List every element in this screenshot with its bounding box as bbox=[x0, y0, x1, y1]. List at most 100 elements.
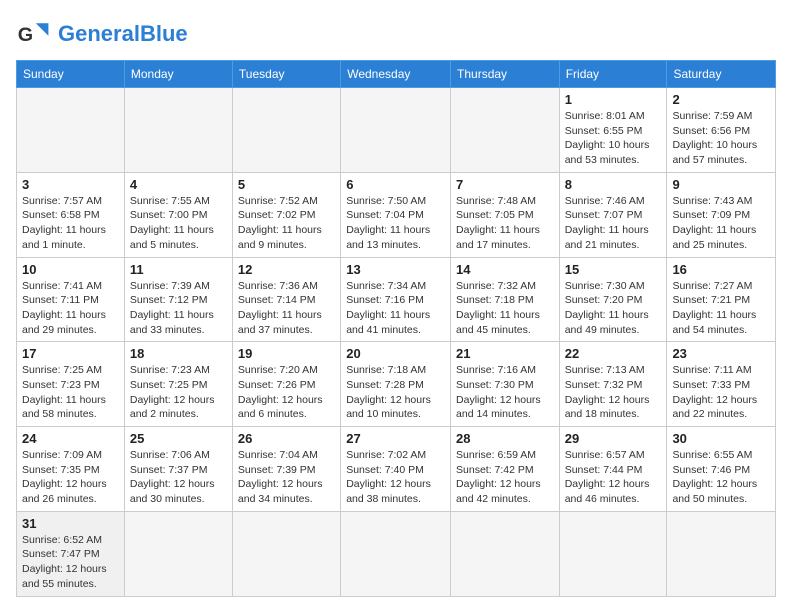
day-info: Sunrise: 8:01 AM Sunset: 6:55 PM Dayligh… bbox=[565, 109, 662, 168]
day-info: Sunrise: 7:59 AM Sunset: 6:56 PM Dayligh… bbox=[672, 109, 770, 168]
week-row-2: 3Sunrise: 7:57 AM Sunset: 6:58 PM Daylig… bbox=[17, 172, 776, 257]
weekday-header-thursday: Thursday bbox=[451, 61, 560, 88]
day-info: Sunrise: 7:48 AM Sunset: 7:05 PM Dayligh… bbox=[456, 194, 554, 253]
week-row-1: 1 Sunrise: 8:01 AM Sunset: 6:55 PM Daylig… bbox=[17, 88, 776, 173]
day-number: 9 bbox=[672, 177, 770, 192]
day-cell bbox=[124, 511, 232, 596]
day-cell: 24Sunrise: 7:09 AM Sunset: 7:35 PM Dayli… bbox=[17, 427, 125, 512]
day-cell: 20 Sunrise: 7:18 AM Sunset: 7:28 PM Dayli… bbox=[341, 342, 451, 427]
day-number: 30 bbox=[672, 431, 770, 446]
day-number: 23 bbox=[672, 346, 770, 361]
day-info: Sunrise: 7:25 AM Sunset: 7:23 PM Dayligh… bbox=[22, 363, 119, 422]
day-number: 8 bbox=[565, 177, 662, 192]
week-row-5: 24Sunrise: 7:09 AM Sunset: 7:35 PM Dayli… bbox=[17, 427, 776, 512]
day-number: 7 bbox=[456, 177, 554, 192]
day-number: 27 bbox=[346, 431, 445, 446]
day-number: 18 bbox=[130, 346, 227, 361]
day-info: Sunrise: 7:18 AM Sunset: 7:28 PM Dayligh… bbox=[346, 363, 445, 422]
day-number: 29 bbox=[565, 431, 662, 446]
day-info: Sunrise: 6:59 AM Sunset: 7:42 PM Dayligh… bbox=[456, 448, 554, 507]
day-cell: 6 Sunrise: 7:50 AM Sunset: 7:04 PM Daylig… bbox=[341, 172, 451, 257]
day-info: Sunrise: 7:46 AM Sunset: 7:07 PM Dayligh… bbox=[565, 194, 662, 253]
day-cell: 17 Sunrise: 7:25 AM Sunset: 7:23 PM Dayli… bbox=[17, 342, 125, 427]
day-number: 1 bbox=[565, 92, 662, 107]
day-cell bbox=[17, 88, 125, 173]
day-info: Sunrise: 7:39 AM Sunset: 7:12 PM Dayligh… bbox=[130, 279, 227, 338]
day-info: Sunrise: 7:55 AM Sunset: 7:00 PM Dayligh… bbox=[130, 194, 227, 253]
day-info: Sunrise: 6:55 AM Sunset: 7:46 PM Dayligh… bbox=[672, 448, 770, 507]
day-number: 19 bbox=[238, 346, 335, 361]
day-cell: 2 Sunrise: 7:59 AM Sunset: 6:56 PM Daylig… bbox=[667, 88, 776, 173]
weekday-header-row: SundayMondayTuesdayWednesdayThursdayFrid… bbox=[17, 61, 776, 88]
day-number: 4 bbox=[130, 177, 227, 192]
day-info: Sunrise: 7:13 AM Sunset: 7:32 PM Dayligh… bbox=[565, 363, 662, 422]
day-number: 12 bbox=[238, 262, 335, 277]
day-info: Sunrise: 7:30 AM Sunset: 7:20 PM Dayligh… bbox=[565, 279, 662, 338]
day-info: Sunrise: 6:52 AM Sunset: 7:47 PM Dayligh… bbox=[22, 533, 119, 592]
weekday-header-sunday: Sunday bbox=[17, 61, 125, 88]
day-number: 6 bbox=[346, 177, 445, 192]
day-cell: 21 Sunrise: 7:16 AM Sunset: 7:30 PM Dayli… bbox=[451, 342, 560, 427]
day-info: Sunrise: 7:50 AM Sunset: 7:04 PM Dayligh… bbox=[346, 194, 445, 253]
day-cell bbox=[232, 88, 340, 173]
day-number: 10 bbox=[22, 262, 119, 277]
day-number: 25 bbox=[130, 431, 227, 446]
logo-text: GeneralBlue bbox=[58, 23, 188, 45]
day-cell: 27 Sunrise: 7:02 AM Sunset: 7:40 PM Dayli… bbox=[341, 427, 451, 512]
day-info: Sunrise: 7:04 AM Sunset: 7:39 PM Dayligh… bbox=[238, 448, 335, 507]
day-number: 16 bbox=[672, 262, 770, 277]
day-info: Sunrise: 7:09 AM Sunset: 7:35 PM Dayligh… bbox=[22, 448, 119, 507]
day-cell bbox=[667, 511, 776, 596]
day-cell bbox=[341, 88, 451, 173]
day-number: 2 bbox=[672, 92, 770, 107]
day-cell bbox=[232, 511, 340, 596]
day-info: Sunrise: 7:23 AM Sunset: 7:25 PM Dayligh… bbox=[130, 363, 227, 422]
day-info: Sunrise: 6:57 AM Sunset: 7:44 PM Dayligh… bbox=[565, 448, 662, 507]
day-cell: 25 Sunrise: 7:06 AM Sunset: 7:37 PM Dayli… bbox=[124, 427, 232, 512]
day-cell: 26Sunrise: 7:04 AM Sunset: 7:39 PM Dayli… bbox=[232, 427, 340, 512]
day-info: Sunrise: 7:36 AM Sunset: 7:14 PM Dayligh… bbox=[238, 279, 335, 338]
day-info: Sunrise: 7:43 AM Sunset: 7:09 PM Dayligh… bbox=[672, 194, 770, 253]
day-cell: 7 Sunrise: 7:48 AM Sunset: 7:05 PM Daylig… bbox=[451, 172, 560, 257]
day-cell: 5Sunrise: 7:52 AM Sunset: 7:02 PM Daylig… bbox=[232, 172, 340, 257]
logo: G GeneralBlue bbox=[16, 16, 188, 52]
day-cell: 18 Sunrise: 7:23 AM Sunset: 7:25 PM Dayli… bbox=[124, 342, 232, 427]
day-info: Sunrise: 7:16 AM Sunset: 7:30 PM Dayligh… bbox=[456, 363, 554, 422]
day-number: 20 bbox=[346, 346, 445, 361]
page-header: G GeneralBlue bbox=[16, 16, 776, 52]
day-cell: 10 Sunrise: 7:41 AM Sunset: 7:11 PM Dayli… bbox=[17, 257, 125, 342]
day-cell: 23Sunrise: 7:11 AM Sunset: 7:33 PM Dayli… bbox=[667, 342, 776, 427]
day-cell: 14 Sunrise: 7:32 AM Sunset: 7:18 PM Dayli… bbox=[451, 257, 560, 342]
week-row-3: 10 Sunrise: 7:41 AM Sunset: 7:11 PM Dayli… bbox=[17, 257, 776, 342]
day-info: Sunrise: 7:32 AM Sunset: 7:18 PM Dayligh… bbox=[456, 279, 554, 338]
day-info: Sunrise: 7:41 AM Sunset: 7:11 PM Dayligh… bbox=[22, 279, 119, 338]
logo-icon: G bbox=[16, 16, 52, 52]
weekday-header-tuesday: Tuesday bbox=[232, 61, 340, 88]
day-cell: 9 Sunrise: 7:43 AM Sunset: 7:09 PM Daylig… bbox=[667, 172, 776, 257]
day-cell: 4 Sunrise: 7:55 AM Sunset: 7:00 PM Daylig… bbox=[124, 172, 232, 257]
day-number: 17 bbox=[22, 346, 119, 361]
day-cell: 29 Sunrise: 6:57 AM Sunset: 7:44 PM Dayli… bbox=[559, 427, 667, 512]
day-info: Sunrise: 7:34 AM Sunset: 7:16 PM Dayligh… bbox=[346, 279, 445, 338]
day-cell: 30 Sunrise: 6:55 AM Sunset: 7:46 PM Dayli… bbox=[667, 427, 776, 512]
day-info: Sunrise: 7:57 AM Sunset: 6:58 PM Dayligh… bbox=[22, 194, 119, 253]
day-info: Sunrise: 7:20 AM Sunset: 7:26 PM Dayligh… bbox=[238, 363, 335, 422]
day-number: 15 bbox=[565, 262, 662, 277]
svg-text:G: G bbox=[18, 24, 33, 46]
day-cell bbox=[451, 511, 560, 596]
day-info: Sunrise: 7:06 AM Sunset: 7:37 PM Dayligh… bbox=[130, 448, 227, 507]
day-number: 22 bbox=[565, 346, 662, 361]
day-number: 14 bbox=[456, 262, 554, 277]
week-row-4: 17 Sunrise: 7:25 AM Sunset: 7:23 PM Dayli… bbox=[17, 342, 776, 427]
day-number: 11 bbox=[130, 262, 227, 277]
weekday-header-friday: Friday bbox=[559, 61, 667, 88]
calendar-table: SundayMondayTuesdayWednesdayThursdayFrid… bbox=[16, 60, 776, 597]
weekday-header-saturday: Saturday bbox=[667, 61, 776, 88]
day-cell: 16Sunrise: 7:27 AM Sunset: 7:21 PM Dayli… bbox=[667, 257, 776, 342]
day-cell: 31Sunrise: 6:52 AM Sunset: 7:47 PM Dayli… bbox=[17, 511, 125, 596]
week-row-6: 31Sunrise: 6:52 AM Sunset: 7:47 PM Dayli… bbox=[17, 511, 776, 596]
day-info: Sunrise: 7:02 AM Sunset: 7:40 PM Dayligh… bbox=[346, 448, 445, 507]
day-number: 21 bbox=[456, 346, 554, 361]
day-cell: 28Sunrise: 6:59 AM Sunset: 7:42 PM Dayli… bbox=[451, 427, 560, 512]
day-cell: 8 Sunrise: 7:46 AM Sunset: 7:07 PM Daylig… bbox=[559, 172, 667, 257]
